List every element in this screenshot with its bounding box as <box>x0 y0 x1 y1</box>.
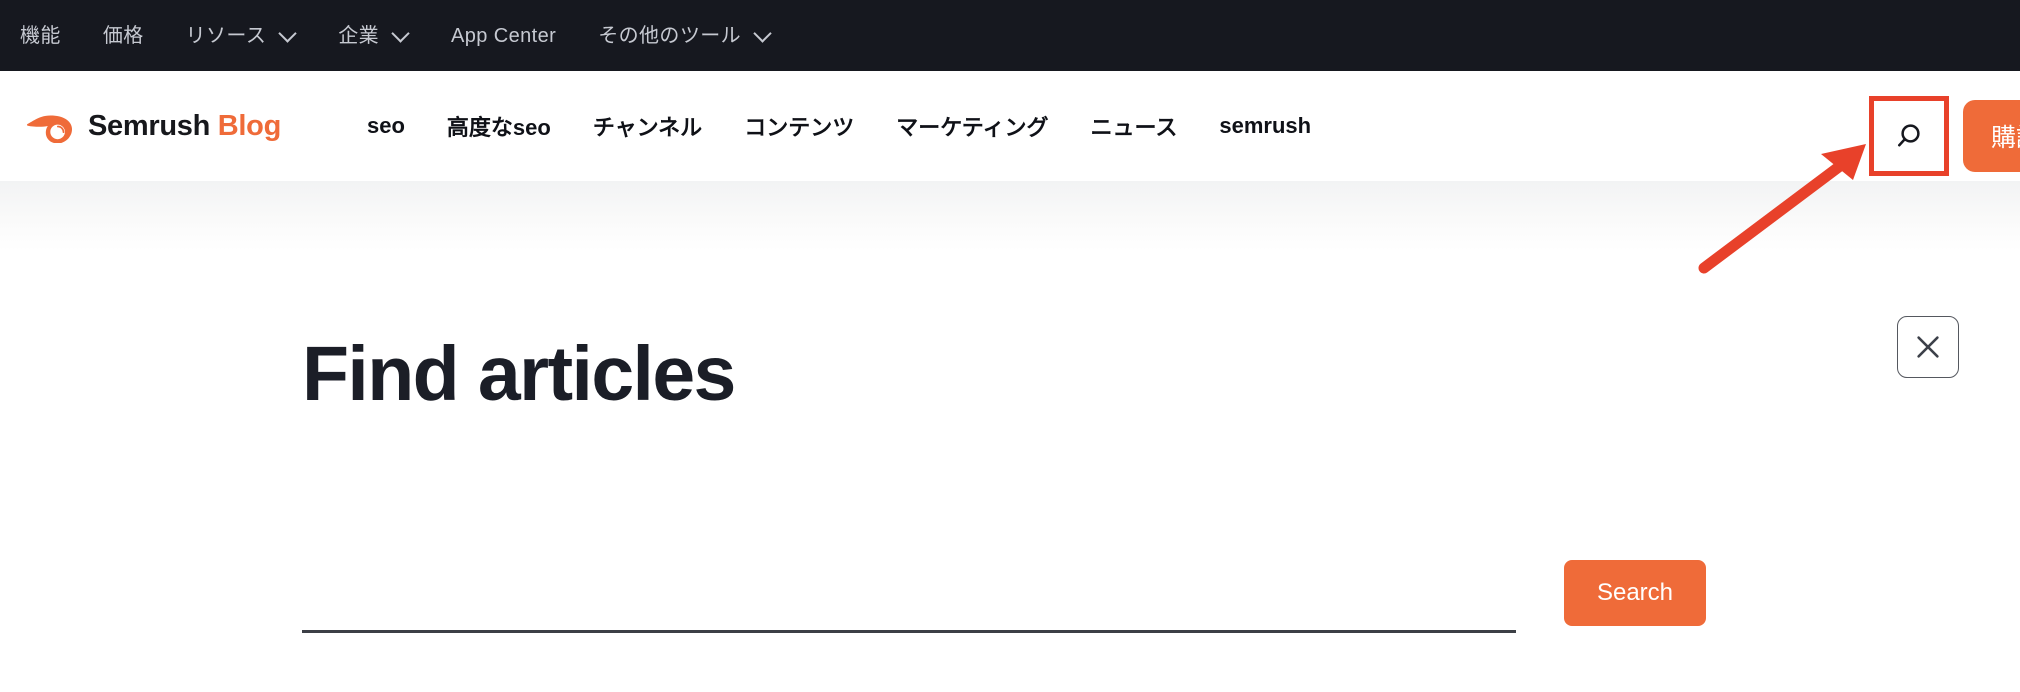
top-utility-bar: 機能 価格 リソース 企業 App Center その他のツール <box>0 0 2020 71</box>
topbar-item-label: その他のツール <box>598 24 742 47</box>
close-search-panel-button[interactable] <box>1897 316 1959 378</box>
find-articles-panel: Find articles Search <box>0 181 2020 692</box>
search-input[interactable] <box>302 561 1516 633</box>
search-submit-button[interactable]: Search <box>1564 560 1706 626</box>
chevron-down-icon <box>393 26 409 42</box>
blog-main-nav: seo 高度なseo チャンネル コンテンツ マーケティング ニュース semr… <box>367 110 1311 142</box>
nav-item-advanced-seo[interactable]: 高度なseo <box>447 110 551 142</box>
brand-wordmark: Semrush Blog <box>88 110 281 143</box>
nav-item-channels[interactable]: チャンネル <box>593 110 702 142</box>
brand-logo-link[interactable]: Semrush Blog <box>26 109 281 143</box>
search-toggle-highlight[interactable] <box>1869 96 1949 176</box>
topbar-item-more-tools[interactable]: その他のツール <box>598 26 771 46</box>
search-form: Search <box>302 560 1706 633</box>
topbar-item-app-center[interactable]: App Center <box>451 26 556 46</box>
subscribe-button[interactable]: 購読 <box>1963 100 2020 172</box>
nav-item-content[interactable]: コンテンツ <box>744 110 854 142</box>
topbar-item-label: 企業 <box>338 24 380 47</box>
chevron-down-icon <box>755 26 771 42</box>
nav-item-semrush[interactable]: semrush <box>1219 113 1311 139</box>
topbar-item-label: 機能 <box>20 24 61 47</box>
nav-item-news[interactable]: ニュース <box>1090 110 1177 142</box>
topbar-item-features[interactable]: 機能 <box>20 26 61 46</box>
site-header: Semrush Blog seo 高度なseo チャンネル コンテンツ マーケテ… <box>0 71 2020 181</box>
nav-item-seo[interactable]: seo <box>367 113 405 139</box>
brand-name: Semrush <box>88 109 210 142</box>
page-title: Find articles <box>302 331 736 417</box>
topbar-item-label: リソース <box>185 24 267 47</box>
search-icon <box>1897 124 1920 147</box>
topbar-item-label: 価格 <box>102 24 144 47</box>
topbar-item-resources[interactable]: リソース <box>186 26 297 46</box>
topbar-item-pricing[interactable]: 価格 <box>103 26 144 46</box>
topbar-item-label: App Center <box>451 24 557 47</box>
close-icon <box>1917 336 1939 358</box>
nav-item-marketing[interactable]: マーケティング <box>896 110 1048 142</box>
chevron-down-icon <box>280 26 296 42</box>
brand-section: Blog <box>217 109 282 142</box>
topbar-item-company[interactable]: 企業 <box>338 26 409 46</box>
semrush-logo-icon <box>26 115 72 143</box>
